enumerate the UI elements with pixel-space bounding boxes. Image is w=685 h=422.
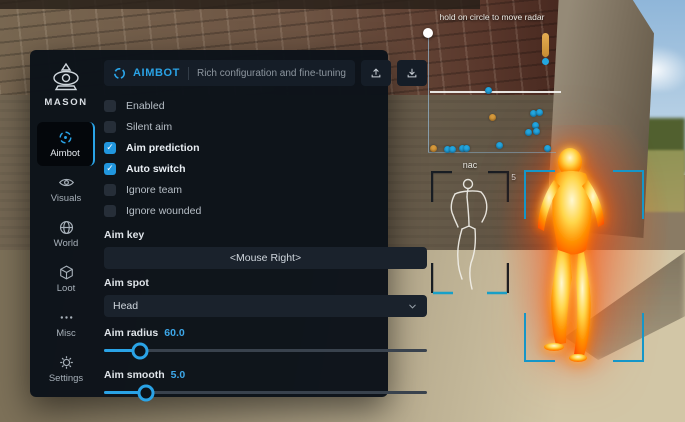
sidebar-item-label: World — [54, 238, 79, 249]
radar-dots — [424, 27, 560, 155]
radar-dot-blue — [533, 128, 540, 135]
aim-key-label: Aim key — [104, 229, 427, 241]
game-screen: hold on circle to move radar nac 5 — [0, 0, 685, 422]
checkbox-label: Ignore wounded — [126, 205, 201, 217]
cube-icon — [58, 264, 75, 281]
sidebar-item-label: Aimbot — [50, 148, 80, 159]
crosshair-icon — [57, 129, 74, 146]
panel-header: AIMBOT Rich configuration and fine-tunin… — [104, 60, 427, 86]
slider-label: Aim radius — [104, 327, 158, 339]
sidebar-nav: Aimbot Visuals World — [30, 122, 102, 392]
radar-dot-blue — [485, 87, 492, 94]
chevron-down-icon — [407, 301, 418, 312]
checkbox-list: Enabled Silent aim Aim prediction Auto s… — [104, 95, 427, 221]
page-title-bar: AIMBOT Rich configuration and fine-tunin… — [104, 60, 355, 86]
checkbox-label: Auto switch — [126, 163, 186, 175]
ellipsis-icon — [58, 309, 75, 326]
brand-name: MASON — [44, 97, 87, 108]
page-title: AIMBOT — [133, 67, 180, 79]
eye-icon — [58, 174, 75, 191]
page-subtitle: Rich configuration and fine-tuning — [197, 68, 346, 79]
divider — [188, 67, 189, 80]
aim-smooth-slider-group: Aim smooth 5.0 — [104, 369, 427, 394]
checkbox-label: Ignore team — [126, 184, 182, 196]
import-config-button[interactable] — [397, 60, 427, 86]
checkbox-row-auto-switch[interactable]: Auto switch — [104, 158, 427, 179]
player-esp-box — [524, 170, 644, 362]
checkbox[interactable] — [104, 100, 116, 112]
radar-dot-blue — [449, 146, 456, 153]
sidebar-item-settings[interactable]: Settings — [38, 347, 94, 391]
sidebar-item-misc[interactable]: Misc — [38, 302, 94, 346]
radar-hint-text: hold on circle to move radar — [412, 12, 572, 22]
slider-track[interactable] — [104, 349, 427, 352]
radar-dot-blue — [463, 145, 470, 152]
sidebar-item-loot[interactable]: Loot — [38, 257, 94, 301]
aim-key-button[interactable]: <Mouse Right> — [104, 247, 427, 269]
sidebar-item-label: Misc — [56, 328, 76, 339]
sidebar-item-label: Loot — [57, 283, 76, 294]
aim-spot-dropdown[interactable]: Head — [104, 295, 427, 317]
panel-main: AIMBOT Rich configuration and fine-tunin… — [102, 50, 441, 397]
checkbox[interactable] — [104, 205, 116, 217]
skeleton-bones — [451, 180, 487, 290]
radar-dot-orange — [489, 114, 496, 121]
esp-player-distance: 5 — [511, 172, 516, 182]
slider-handle[interactable] — [131, 342, 148, 359]
slider-label-row: Aim radius 60.0 — [104, 327, 427, 339]
slider-value: 5.0 — [171, 369, 186, 381]
radar-dot-blue — [496, 142, 503, 149]
radar-dot-blue — [536, 109, 543, 116]
all-seeing-eye-icon — [46, 62, 86, 94]
download-icon — [405, 66, 419, 80]
sidebar-item-label: Visuals — [51, 193, 81, 204]
slider-label-row: Aim smooth 5.0 — [104, 369, 427, 381]
radar-dot-blue — [544, 145, 551, 152]
slider-handle[interactable] — [137, 384, 154, 401]
globe-icon — [58, 219, 75, 236]
aim-spot-label: Aim spot — [104, 277, 427, 289]
radar-widget[interactable] — [424, 27, 560, 155]
slider-value: 60.0 — [164, 327, 184, 339]
cheat-menu-panel: MASON Aimbot Visuals — [30, 50, 388, 397]
checkbox[interactable] — [104, 121, 116, 133]
checkbox-label: Aim prediction — [126, 142, 200, 154]
sidebar-item-aimbot[interactable]: Aimbot — [37, 122, 95, 166]
aim-spot-value: Head — [113, 300, 138, 312]
wood-beam — [0, 0, 480, 9]
checkbox-label: Silent aim — [126, 121, 172, 133]
checkbox-label: Enabled — [126, 100, 165, 112]
checkbox-row-enabled[interactable]: Enabled — [104, 95, 427, 116]
skeleton-esp-box — [431, 171, 509, 295]
slider-label: Aim smooth — [104, 369, 165, 381]
esp-player-name: nac — [431, 160, 509, 170]
sidebar: MASON Aimbot Visuals — [30, 50, 102, 397]
brand-logo: MASON — [44, 62, 87, 108]
skeleton-esp: nac 5 — [431, 160, 509, 296]
checkbox[interactable] — [104, 184, 116, 196]
radar-dot-blue — [525, 129, 532, 136]
checkbox[interactable] — [104, 142, 116, 154]
sidebar-item-visuals[interactable]: Visuals — [38, 167, 94, 211]
checkbox-row-silent-aim[interactable]: Silent aim — [104, 116, 427, 137]
export-config-button[interactable] — [361, 60, 391, 86]
checkbox-row-ignore-team[interactable]: Ignore team — [104, 179, 427, 200]
spinner-ring-icon — [113, 67, 126, 80]
checkbox[interactable] — [104, 163, 116, 175]
upload-icon — [369, 66, 383, 80]
aim-radius-slider-group: Aim radius 60.0 — [104, 327, 427, 352]
checkbox-row-ignore-wounded[interactable]: Ignore wounded — [104, 200, 427, 221]
sidebar-item-world[interactable]: World — [38, 212, 94, 256]
slider-track[interactable] — [104, 391, 427, 394]
gear-icon — [58, 354, 75, 371]
sidebar-item-label: Settings — [49, 373, 83, 384]
checkbox-row-aim-prediction[interactable]: Aim prediction — [104, 137, 427, 158]
